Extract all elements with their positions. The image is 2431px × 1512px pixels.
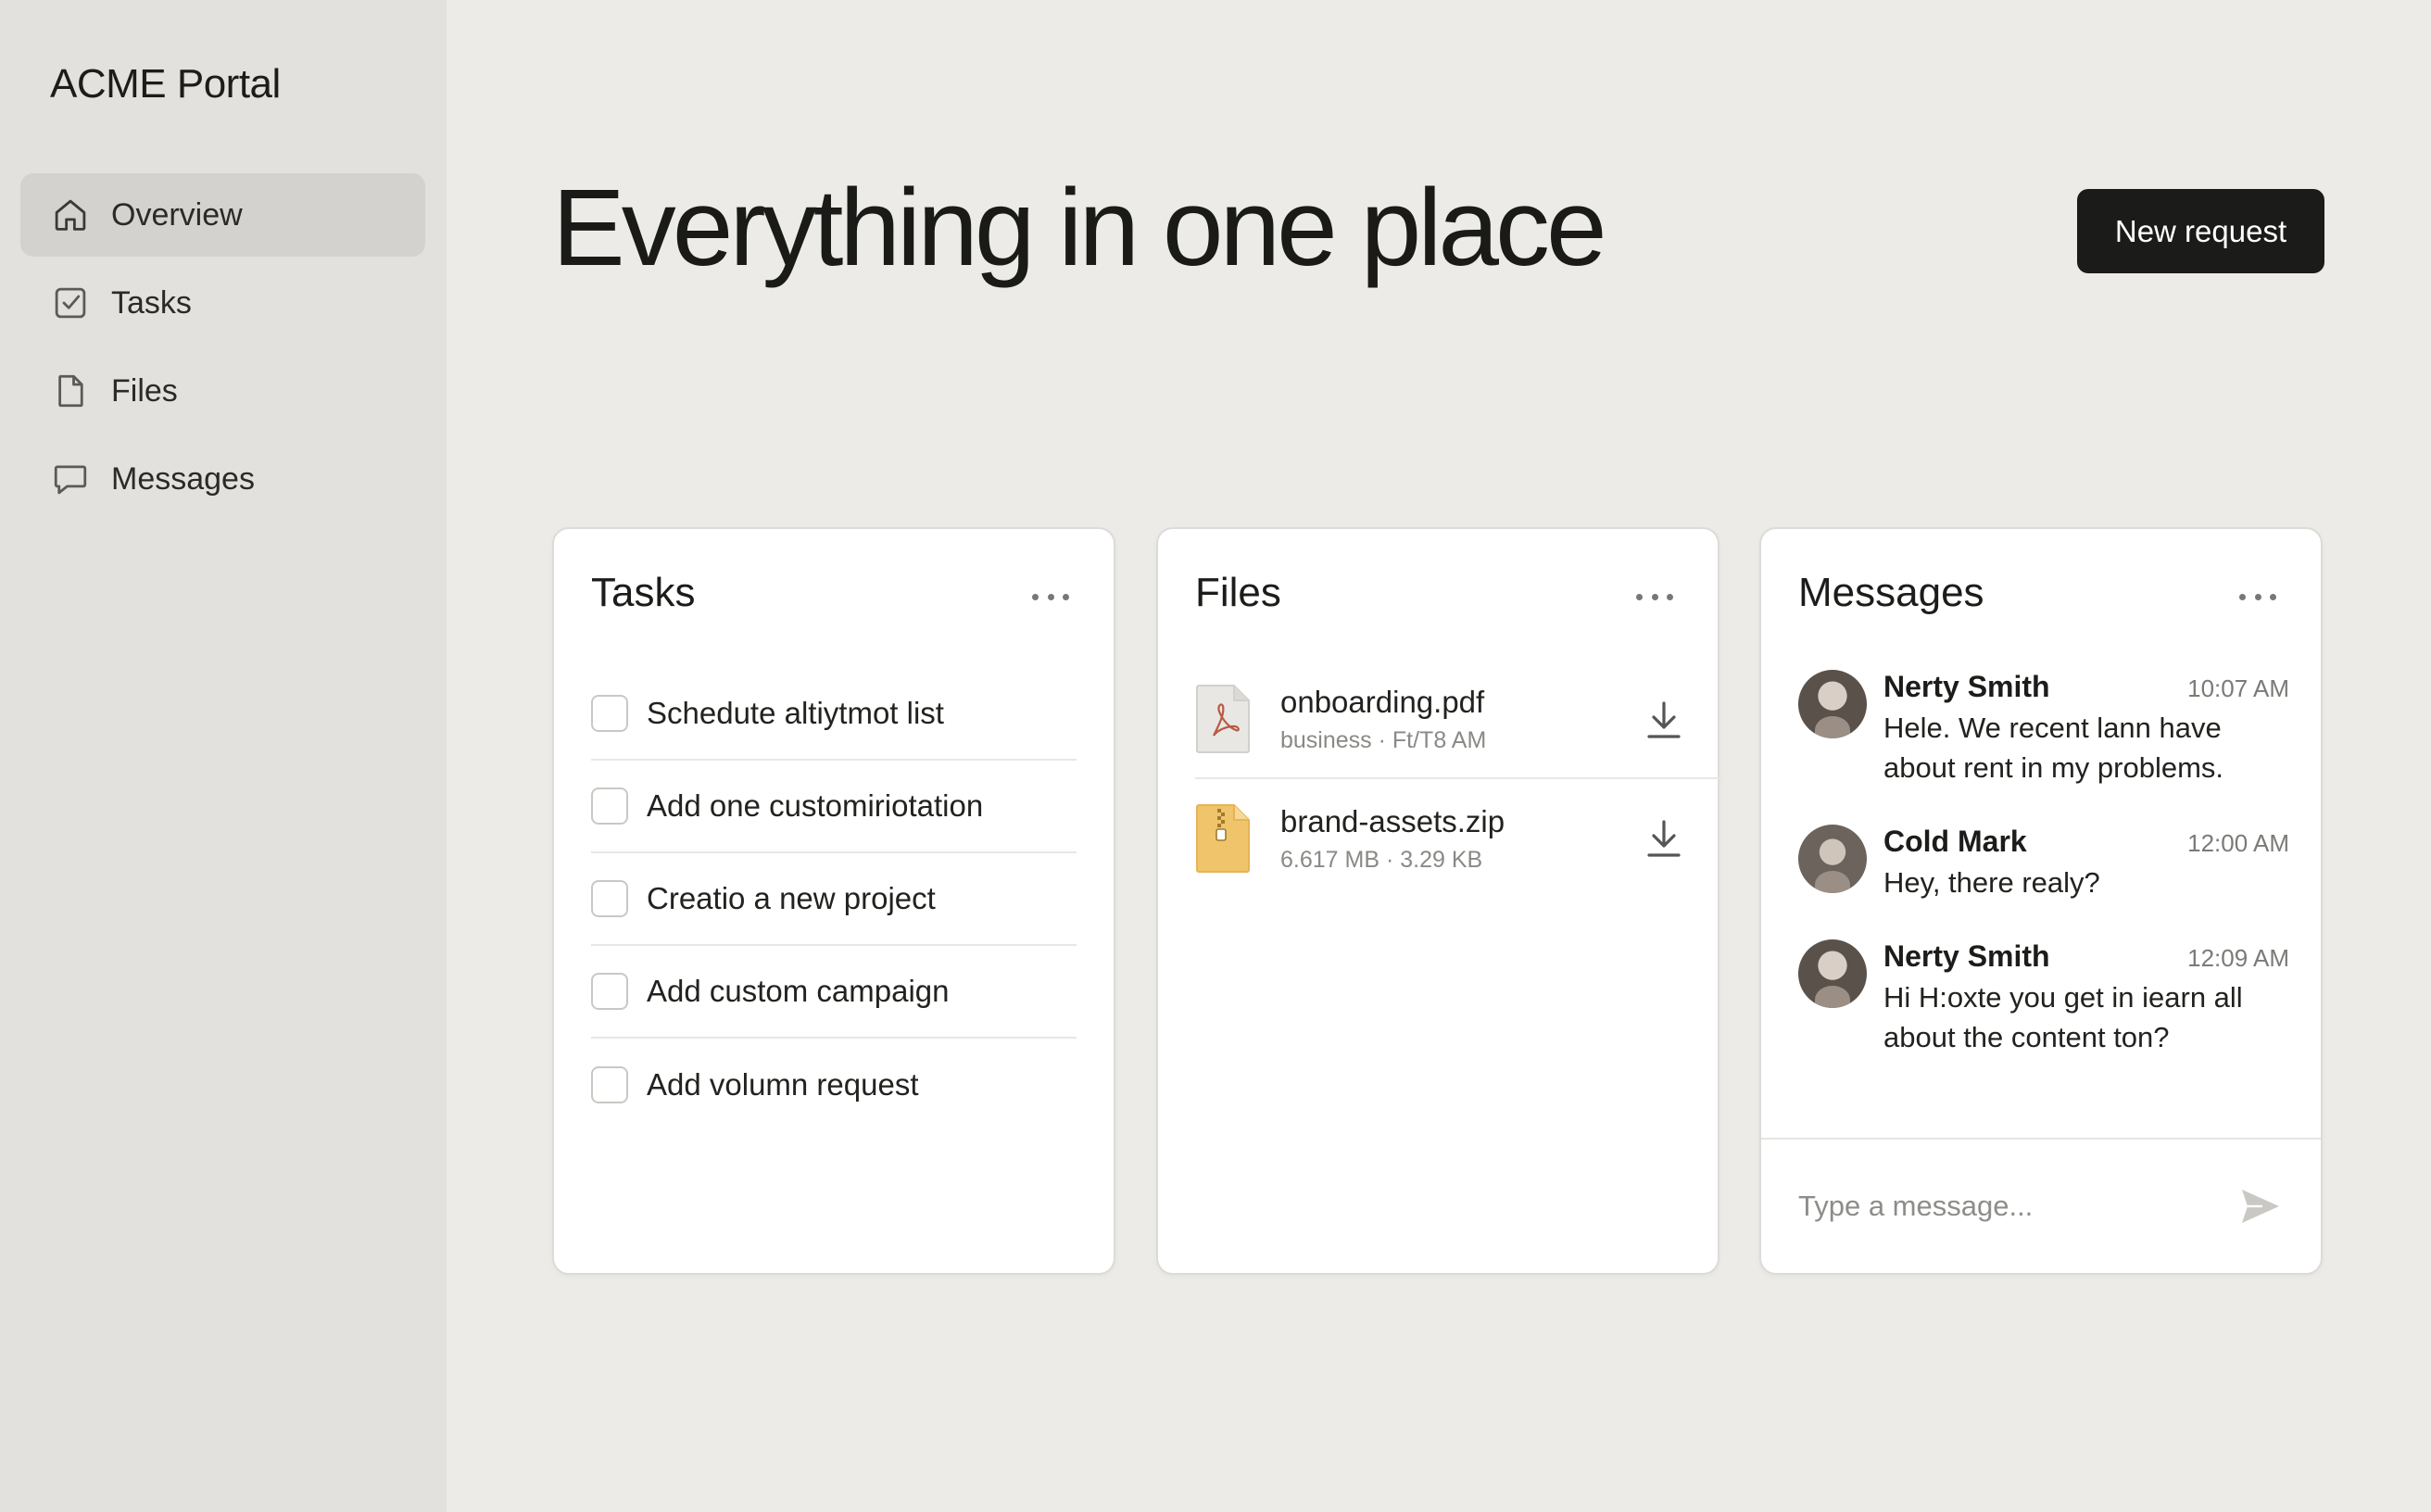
message-text: Hele. We recent lann have about rent in …	[1883, 712, 2224, 784]
tasks-card: Tasks Schedute altiytmot list Add one cu…	[552, 527, 1115, 1275]
task-checkbox[interactable]	[591, 973, 628, 1010]
task-list: Schedute altiytmot list Add one customir…	[591, 668, 1077, 1131]
sidebar-item-label: Messages	[111, 460, 255, 497]
file-meta: 6.617 MB · 3.29 KB	[1280, 846, 1483, 873]
message-item[interactable]: Nerty Smith 12:09 AM Hi H:oxte you get i…	[1798, 939, 2289, 1057]
task-item: Add custom campaign	[591, 946, 1077, 1039]
file-name: brand-assets.zip	[1280, 803, 1505, 838]
new-request-button[interactable]: New request	[2077, 189, 2324, 273]
task-label: Schedute altiytmot list	[647, 696, 944, 730]
sidebar-item-overview[interactable]: Overview	[20, 173, 425, 257]
message-input[interactable]	[1798, 1190, 2237, 1223]
message-time: 12:09 AM	[2187, 944, 2289, 972]
tasks-card-title: Tasks	[591, 570, 696, 615]
message-text: Hi H:oxte you get in iearn all about the…	[1883, 981, 2243, 1053]
messages-card: Messages Nerty Smith 10:07 AM Hele. We r…	[1759, 527, 2323, 1275]
file-meta: business · Ft/T8 AM	[1280, 726, 1487, 753]
task-checkbox[interactable]	[591, 788, 628, 825]
sidebar-item-tasks[interactable]: Tasks	[20, 261, 425, 345]
send-icon[interactable]	[2237, 1186, 2284, 1227]
sidebar-item-label: Overview	[111, 196, 243, 233]
task-label: Add one customiriotation	[647, 788, 984, 823]
pdf-icon	[1196, 685, 1250, 753]
task-item: Creatio a new project	[591, 853, 1077, 946]
message-time: 12:00 AM	[2187, 829, 2289, 857]
more-options-icon[interactable]	[1636, 594, 1673, 603]
avatar	[1798, 939, 1867, 1008]
message-author: Nerty Smith	[1883, 939, 2050, 973]
messages-card-title: Messages	[1798, 570, 1984, 615]
message-item[interactable]: Cold Mark 12:00 AM Hey, there realy?	[1798, 825, 2289, 902]
avatar	[1798, 670, 1867, 738]
message-item[interactable]: Nerty Smith 10:07 AM Hele. We recent lan…	[1798, 670, 2289, 788]
more-options-icon[interactable]	[2239, 594, 2276, 603]
task-label: Add volumn request	[647, 1067, 919, 1102]
task-item: Schedute altiytmot list	[591, 668, 1077, 761]
message-author: Cold Mark	[1883, 825, 2027, 858]
file-item[interactable]: onboarding.pdf business · Ft/T8 AM	[1195, 661, 1721, 779]
more-options-icon[interactable]	[1032, 594, 1069, 603]
task-checkbox[interactable]	[591, 880, 628, 917]
task-item: Add one customiriotation	[591, 761, 1077, 853]
file-icon	[50, 371, 91, 411]
file-item[interactable]: brand-assets.zip 6.617 MB · 3.29 KB	[1195, 779, 1721, 898]
sidebar-item-messages[interactable]: Messages	[20, 437, 425, 521]
home-icon	[50, 195, 91, 235]
message-composer	[1761, 1138, 2321, 1273]
avatar	[1798, 825, 1867, 893]
file-list: onboarding.pdf business · Ft/T8 AM brand…	[1195, 661, 1721, 898]
file-name: onboarding.pdf	[1280, 684, 1485, 719]
download-icon[interactable]	[1644, 698, 1684, 742]
zip-icon	[1196, 804, 1250, 873]
task-checkbox[interactable]	[591, 695, 628, 732]
task-checkbox[interactable]	[591, 1066, 628, 1103]
sidebar-nav: Overview Tasks Files Messages	[20, 173, 425, 525]
task-label: Add custom campaign	[647, 974, 950, 1008]
message-list: Nerty Smith 10:07 AM Hele. We recent lan…	[1798, 670, 2289, 1094]
task-item: Add volumn request	[591, 1039, 1077, 1131]
message-author: Nerty Smith	[1883, 670, 2050, 703]
sidebar-item-label: Tasks	[111, 284, 192, 321]
sidebar-item-files[interactable]: Files	[20, 349, 425, 433]
sidebar: ACME Portal Overview Tasks Files Message…	[0, 0, 447, 1512]
files-card-title: Files	[1195, 570, 1281, 615]
brand-title: ACME Portal	[50, 61, 281, 107]
message-text: Hey, there realy?	[1883, 866, 2100, 899]
sidebar-item-label: Files	[111, 372, 178, 409]
task-label: Creatio a new project	[647, 881, 936, 915]
chat-icon	[50, 459, 91, 499]
files-card: Files onboarding.pdf business · Ft/T8 AM	[1156, 527, 1721, 1275]
message-time: 10:07 AM	[2187, 674, 2289, 702]
checkbox-icon	[50, 283, 91, 323]
download-icon[interactable]	[1644, 816, 1684, 861]
page-title: Everything in one place	[552, 167, 1607, 289]
